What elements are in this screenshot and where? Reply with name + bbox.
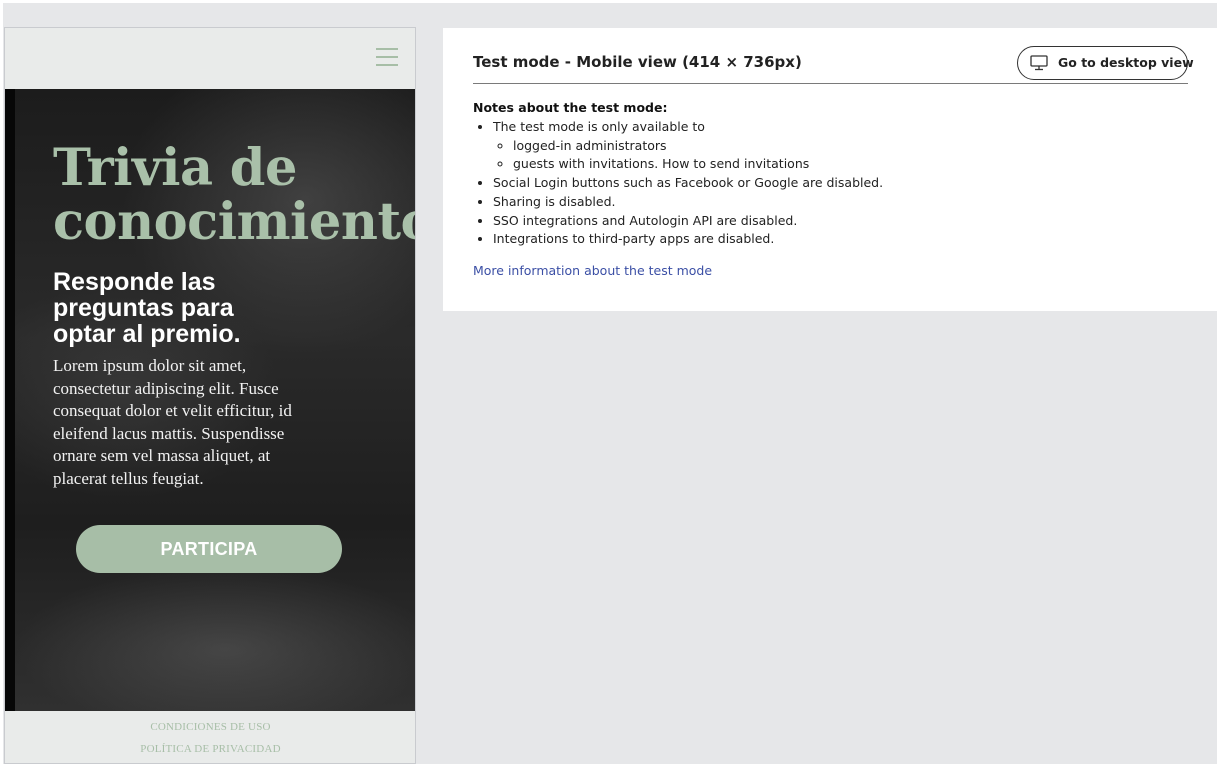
bottom-edge bbox=[0, 764, 1220, 768]
privacy-policy-link[interactable]: POLÍTICA DE PRIVACIDAD bbox=[5, 743, 415, 755]
note-item: SSO integrations and Autologin API are d… bbox=[493, 212, 1193, 231]
note-subitem: logged-in administrators bbox=[513, 137, 1193, 156]
test-mode-panel: Test mode - Mobile view (414 × 736px) Go… bbox=[443, 28, 1217, 311]
mobile-preview-frame: Trivia de conocimientos Responde las pre… bbox=[4, 27, 416, 764]
note-item: Integrations to third-party apps are dis… bbox=[493, 230, 1193, 249]
notes-heading: Notes about the test mode: bbox=[473, 100, 668, 115]
notes-list: The test mode is only available to logge… bbox=[473, 118, 1193, 249]
go-to-desktop-view-button[interactable]: Go to desktop view bbox=[1017, 46, 1194, 80]
panel-title: Test mode - Mobile view (414 × 736px) bbox=[473, 53, 802, 71]
note-item: The test mode is only available to logge… bbox=[493, 118, 1193, 174]
top-edge bbox=[0, 0, 1220, 3]
hero-edge-shadow bbox=[5, 89, 15, 711]
more-info-link[interactable]: More information about the test mode bbox=[473, 263, 712, 278]
note-availability: The test mode is only available to bbox=[493, 119, 705, 134]
hero-title: Trivia de conocimientos bbox=[53, 138, 415, 252]
title-divider bbox=[473, 83, 1188, 84]
hero-subtitle: Responde las preguntas para optar al pre… bbox=[53, 268, 241, 348]
desktop-view-label: Go to desktop view bbox=[1058, 55, 1194, 70]
left-edge bbox=[0, 0, 3, 768]
app-stage: Trivia de conocimientos Responde las pre… bbox=[0, 0, 1220, 768]
hero-body-text: Lorem ipsum dolor sit amet, consectetur … bbox=[53, 356, 292, 488]
hamburger-menu-icon[interactable] bbox=[376, 46, 398, 68]
hero-section: Trivia de conocimientos Responde las pre… bbox=[5, 89, 415, 711]
note-item: Social Login buttons such as Facebook or… bbox=[493, 174, 1193, 193]
participate-button[interactable]: PARTICIPA bbox=[76, 525, 342, 573]
note-subitem: guests with invitations. How to send inv… bbox=[513, 155, 1193, 174]
terms-of-use-link[interactable]: CONDICIONES DE USO bbox=[5, 721, 415, 733]
mobile-header bbox=[5, 28, 415, 89]
monitor-icon bbox=[1030, 55, 1048, 71]
note-item: Sharing is disabled. bbox=[493, 193, 1193, 212]
mobile-footer: CONDICIONES DE USO POLÍTICA DE PRIVACIDA… bbox=[5, 711, 415, 763]
